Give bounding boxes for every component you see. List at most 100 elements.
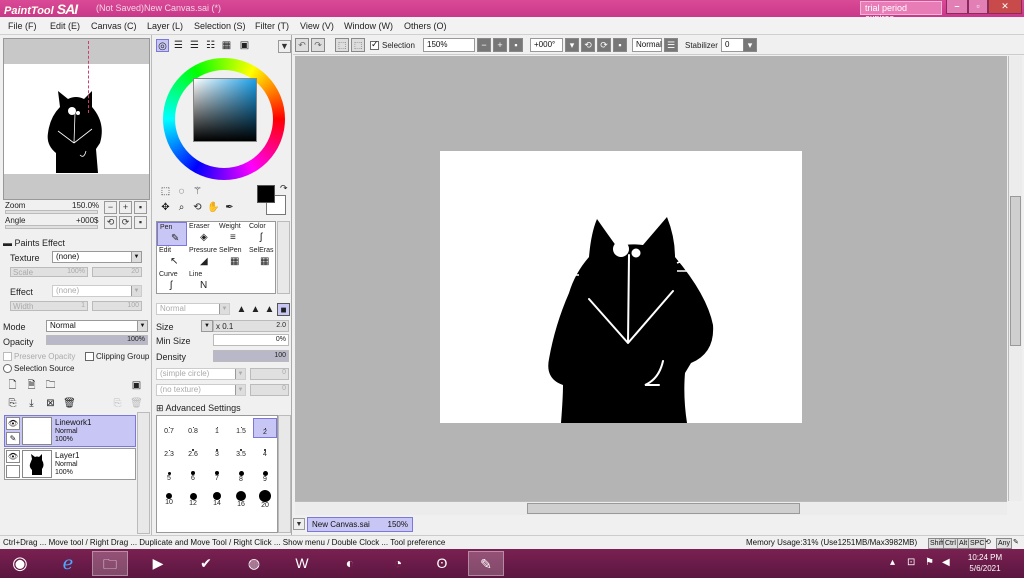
- rotate-cw-icon[interactable]: ⟳: [597, 38, 611, 52]
- brush-size-cell[interactable]: 2.6: [181, 441, 205, 461]
- menu-filter[interactable]: Filter (T): [255, 21, 289, 31]
- shape-square-icon[interactable]: ■: [277, 303, 290, 316]
- volume-icon[interactable]: ◀: [942, 557, 950, 568]
- brush-size-cell[interactable]: 7: [205, 464, 229, 484]
- swap-colors-icon[interactable]: ↷: [280, 183, 288, 194]
- vertical-scroll-thumb[interactable]: [1010, 196, 1021, 346]
- shape-round-icon[interactable]: ▲: [249, 303, 262, 316]
- selection-source-radio[interactable]: [3, 364, 12, 373]
- network-icon[interactable]: ⊡: [907, 557, 915, 568]
- system-clock[interactable]: 10:24 PM 5/6/2021: [960, 552, 1010, 574]
- color-palette-icon[interactable]: ☷: [204, 39, 217, 52]
- tray-expand-icon[interactable]: ▴: [890, 557, 895, 568]
- redo-icon[interactable]: ↷: [311, 38, 325, 52]
- swatches-icon[interactable]: ▦: [220, 39, 233, 52]
- rgb-slider-icon[interactable]: ☰: [172, 39, 185, 52]
- rect-select-icon[interactable]: ⬚: [159, 185, 172, 198]
- new-linework-layer-icon[interactable]: 🗎: [25, 379, 38, 392]
- zoom-in-icon[interactable]: +: [493, 38, 507, 52]
- lasso-icon[interactable]: ◌: [175, 185, 188, 198]
- layer-list-scrollbar[interactable]: [137, 412, 150, 534]
- texture-dropdown[interactable]: (none) ▼: [52, 251, 142, 263]
- canvas-vertical-scrollbar[interactable]: [1008, 56, 1022, 501]
- brush-seleras[interactable]: SelEras ▦: [247, 246, 277, 270]
- brush-size-cell[interactable]: 1: [205, 418, 229, 438]
- tab-scroll-down[interactable]: ▼: [293, 518, 305, 530]
- start-button-icon[interactable]: ◉: [2, 551, 38, 576]
- brush-size-cell[interactable]: 12: [181, 487, 205, 507]
- rotate-reset-button[interactable]: ▪: [134, 216, 147, 229]
- hand-tool-icon[interactable]: ✋: [207, 201, 220, 214]
- layer-mask-icon[interactable]: ▣: [130, 379, 143, 392]
- brush-size-cell[interactable]: 0.7: [157, 418, 181, 438]
- menu-selection[interactable]: Selection (S): [194, 21, 246, 31]
- menu-window[interactable]: Window (W): [344, 21, 393, 31]
- color-wheel-mode-icon[interactable]: ◎: [156, 39, 169, 52]
- angle-combo[interactable]: +000°: [530, 38, 563, 52]
- foreground-color-swatch[interactable]: [257, 185, 275, 203]
- file-explorer-icon[interactable]: 🗀: [92, 551, 128, 576]
- magic-wand-icon[interactable]: ⚚: [191, 185, 204, 198]
- selection-checkbox[interactable]: ✓: [370, 39, 379, 50]
- undo-icon[interactable]: ↶: [295, 38, 309, 52]
- copy-layer-icon[interactable]: ⎘: [6, 397, 19, 410]
- brush-size-cell[interactable]: 0.8: [181, 418, 205, 438]
- menu-edit[interactable]: Edit (E): [50, 21, 80, 31]
- rotate-reset-icon[interactable]: ▪: [613, 38, 627, 52]
- painttool-sai-taskbar-icon[interactable]: ✎: [468, 551, 504, 576]
- rotate-ccw-icon[interactable]: ⟲: [581, 38, 595, 52]
- move-tool-icon[interactable]: ✥: [159, 201, 172, 214]
- brush-pen[interactable]: Pen ✎: [157, 222, 187, 246]
- maximize-button[interactable]: ▫: [968, 0, 988, 14]
- brush-size-cell[interactable]: 8: [229, 464, 253, 484]
- view-mode-combo[interactable]: Normal: [632, 38, 662, 52]
- min-size-slider[interactable]: 0%: [213, 334, 289, 346]
- brush-eraser[interactable]: Eraser ◈: [187, 222, 217, 246]
- nav-angle-slider[interactable]: [5, 225, 98, 229]
- color-wheel[interactable]: [163, 58, 285, 180]
- clipping-group-checkbox[interactable]: [85, 352, 94, 361]
- layer-lock-box[interactable]: [6, 465, 20, 478]
- brush-size-cell[interactable]: 5: [157, 464, 181, 484]
- horizontal-scroll-thumb[interactable]: [527, 503, 800, 514]
- deselect-icon[interactable]: ⬚: [335, 38, 349, 52]
- flip-icon[interactable]: ☰: [664, 38, 678, 52]
- zoom-tool-icon[interactable]: ⌕: [175, 201, 188, 214]
- zoom-reset-button[interactable]: ▪: [134, 201, 147, 214]
- tab-new-canvas[interactable]: New Canvas.sai 150%: [307, 517, 413, 532]
- new-layer-icon[interactable]: 🗋: [6, 379, 19, 392]
- stabilizer-dropdown-icon[interactable]: ▾: [743, 38, 757, 52]
- brush-edit[interactable]: Edit ↖: [157, 246, 187, 270]
- canvas-horizontal-scrollbar[interactable]: [295, 501, 1007, 515]
- green-app-icon[interactable]: ✔: [188, 551, 224, 576]
- close-button[interactable]: ✕: [988, 0, 1022, 14]
- navigator-preview[interactable]: [3, 38, 150, 200]
- brush-size-cell[interactable]: 10: [157, 487, 181, 507]
- scratchpad-icon[interactable]: ▣: [238, 39, 251, 52]
- brush-size-cell[interactable]: 3: [205, 441, 229, 461]
- menu-canvas[interactable]: Canvas (C): [91, 21, 137, 31]
- paint-app-icon[interactable]: ◐: [332, 551, 368, 576]
- clip-app-icon[interactable]: ʘ: [424, 551, 460, 576]
- palette-app-icon[interactable]: ◔: [380, 551, 416, 576]
- brush-color[interactable]: Color ʃ: [247, 222, 277, 246]
- eyedropper-icon[interactable]: ✒: [223, 201, 236, 214]
- canvas-paper[interactable]: [440, 151, 802, 423]
- new-folder-icon[interactable]: 🗀: [44, 379, 57, 392]
- size-slider[interactable]: x 0.1 2.0: [213, 320, 289, 332]
- menu-layer[interactable]: Layer (L): [147, 21, 183, 31]
- nav-zoom-slider[interactable]: [5, 210, 98, 214]
- brush-size-cell[interactable]: 1.5: [229, 418, 253, 438]
- brush-size-cell[interactable]: 4: [253, 441, 277, 461]
- density-slider[interactable]: 100: [213, 350, 289, 362]
- brush-size-scrollbar[interactable]: [278, 415, 291, 533]
- zoom-out-button[interactable]: −: [104, 201, 117, 214]
- layer-row-layer1[interactable]: 👁 Layer1 Normal 100%: [4, 448, 136, 480]
- saturation-value-square[interactable]: [193, 78, 257, 142]
- angle-dropdown-icon[interactable]: ▾: [565, 38, 579, 52]
- shape-soft-icon[interactable]: ▲: [263, 303, 276, 316]
- brush-pressure[interactable]: Pressure ◢: [187, 246, 217, 270]
- brush-size-cell[interactable]: 16: [229, 487, 253, 508]
- clear-layer-icon[interactable]: ⊠: [44, 397, 57, 410]
- rotate-left-button[interactable]: ⟲: [104, 216, 117, 229]
